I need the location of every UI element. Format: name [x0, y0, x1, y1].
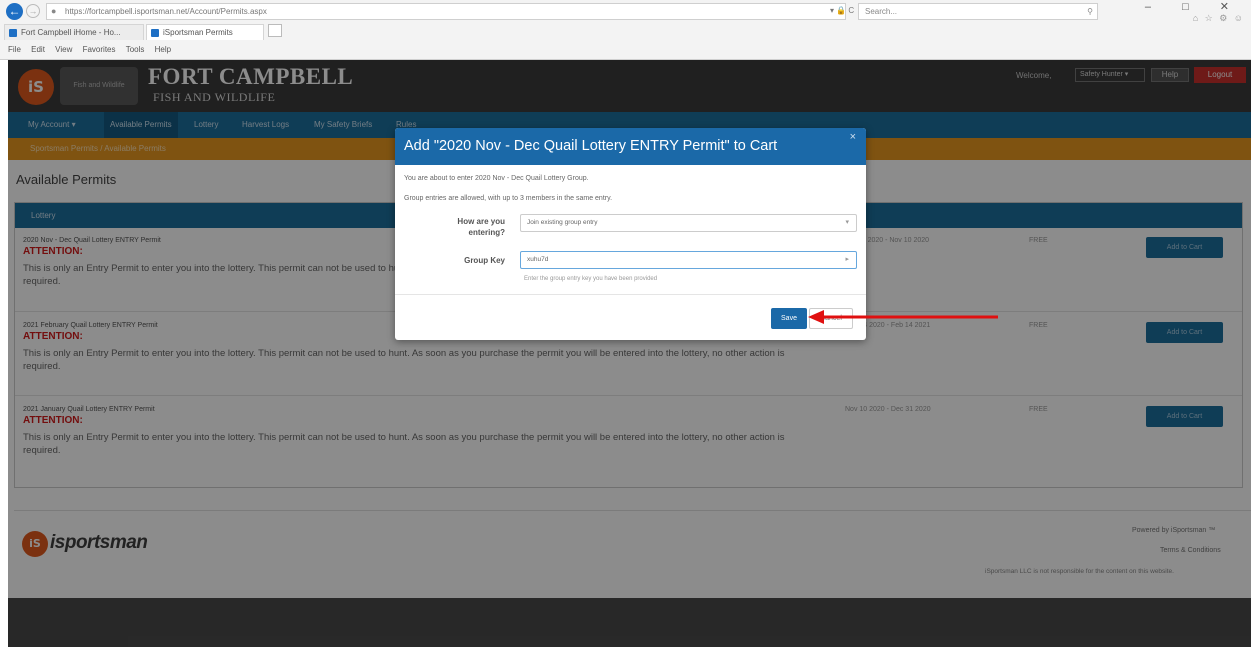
tab-label: Fort Campbell iHome - Ho...	[21, 28, 121, 37]
entering-select[interactable]: Join existing group entry ▾	[520, 214, 857, 232]
close-icon[interactable]: ×	[850, 131, 856, 143]
tab-isportsman-permits[interactable]: iSportsman Permits	[146, 24, 264, 40]
new-tab-button[interactable]	[268, 24, 282, 37]
tab-favicon-icon	[9, 29, 17, 37]
add-to-cart-modal: Add "2020 Nov - Dec Quail Lottery ENTRY …	[395, 128, 866, 340]
address-row: ← → ● https://fortcampbell.isportsman.ne…	[0, 0, 1251, 23]
back-arrow-icon: ←	[8, 4, 21, 18]
tab-favicon-icon	[151, 29, 159, 37]
menu-favorites[interactable]: Favorites	[83, 40, 116, 60]
forward-button[interactable]: →	[26, 4, 40, 18]
modal-title: Add "2020 Nov - Dec Quail Lottery ENTRY …	[404, 138, 778, 154]
menu-file[interactable]: File	[8, 40, 21, 60]
browser-search-input[interactable]: Search... ⚲	[858, 3, 1098, 20]
group-key-input[interactable]: xuhu7d ▸	[520, 251, 857, 269]
entering-label: How are you entering?	[457, 217, 505, 237]
menu-tools[interactable]: Tools	[126, 40, 145, 60]
site-icon: ●	[51, 6, 57, 16]
window-controls[interactable]: – □ ✕	[1145, 0, 1243, 13]
group-key-label: Group Key	[464, 256, 505, 265]
menu-bar: File Edit View Favorites Tools Help	[0, 40, 1251, 60]
forward-arrow-icon: →	[28, 6, 38, 16]
tab-fort-campbell[interactable]: Fort Campbell iHome - Ho...	[4, 24, 144, 40]
search-icon[interactable]: ⚲	[1087, 4, 1093, 19]
refresh-icon[interactable]: ▾ 🔒 C	[830, 6, 854, 15]
save-button[interactable]: Save	[771, 308, 807, 329]
modal-header: Add "2020 Nov - Dec Quail Lottery ENTRY …	[395, 128, 866, 165]
annotation-arrow-icon	[808, 310, 998, 324]
search-placeholder: Search...	[865, 7, 898, 16]
group-key-value: xuhu7d	[527, 256, 549, 263]
modal-group-info: Group entries are allowed, with up to 3 …	[404, 195, 613, 202]
menu-help[interactable]: Help	[155, 40, 171, 60]
modal-intro-text: You are about to enter 2020 Nov - Dec Qu…	[404, 175, 589, 182]
modal-footer-divider	[395, 294, 866, 295]
back-button[interactable]: ←	[6, 3, 23, 20]
tab-label: iSportsman Permits	[163, 28, 233, 37]
chevron-down-icon: ▾	[845, 219, 849, 226]
tab-strip: Fort Campbell iHome - Ho... iSportsman P…	[0, 22, 1251, 40]
menu-view[interactable]: View	[55, 40, 72, 60]
url-text: https://fortcampbell.isportsman.net/Acco…	[65, 7, 267, 16]
menu-edit[interactable]: Edit	[31, 40, 45, 60]
browser-chrome: ← → ● https://fortcampbell.isportsman.ne…	[0, 0, 1251, 60]
group-key-help: Enter the group entry key you have been …	[524, 276, 658, 282]
key-field-icon: ▸	[845, 256, 849, 263]
entering-select-value: Join existing group entry	[527, 219, 598, 226]
address-bar[interactable]: ● https://fortcampbell.isportsman.net/Ac…	[46, 3, 846, 20]
